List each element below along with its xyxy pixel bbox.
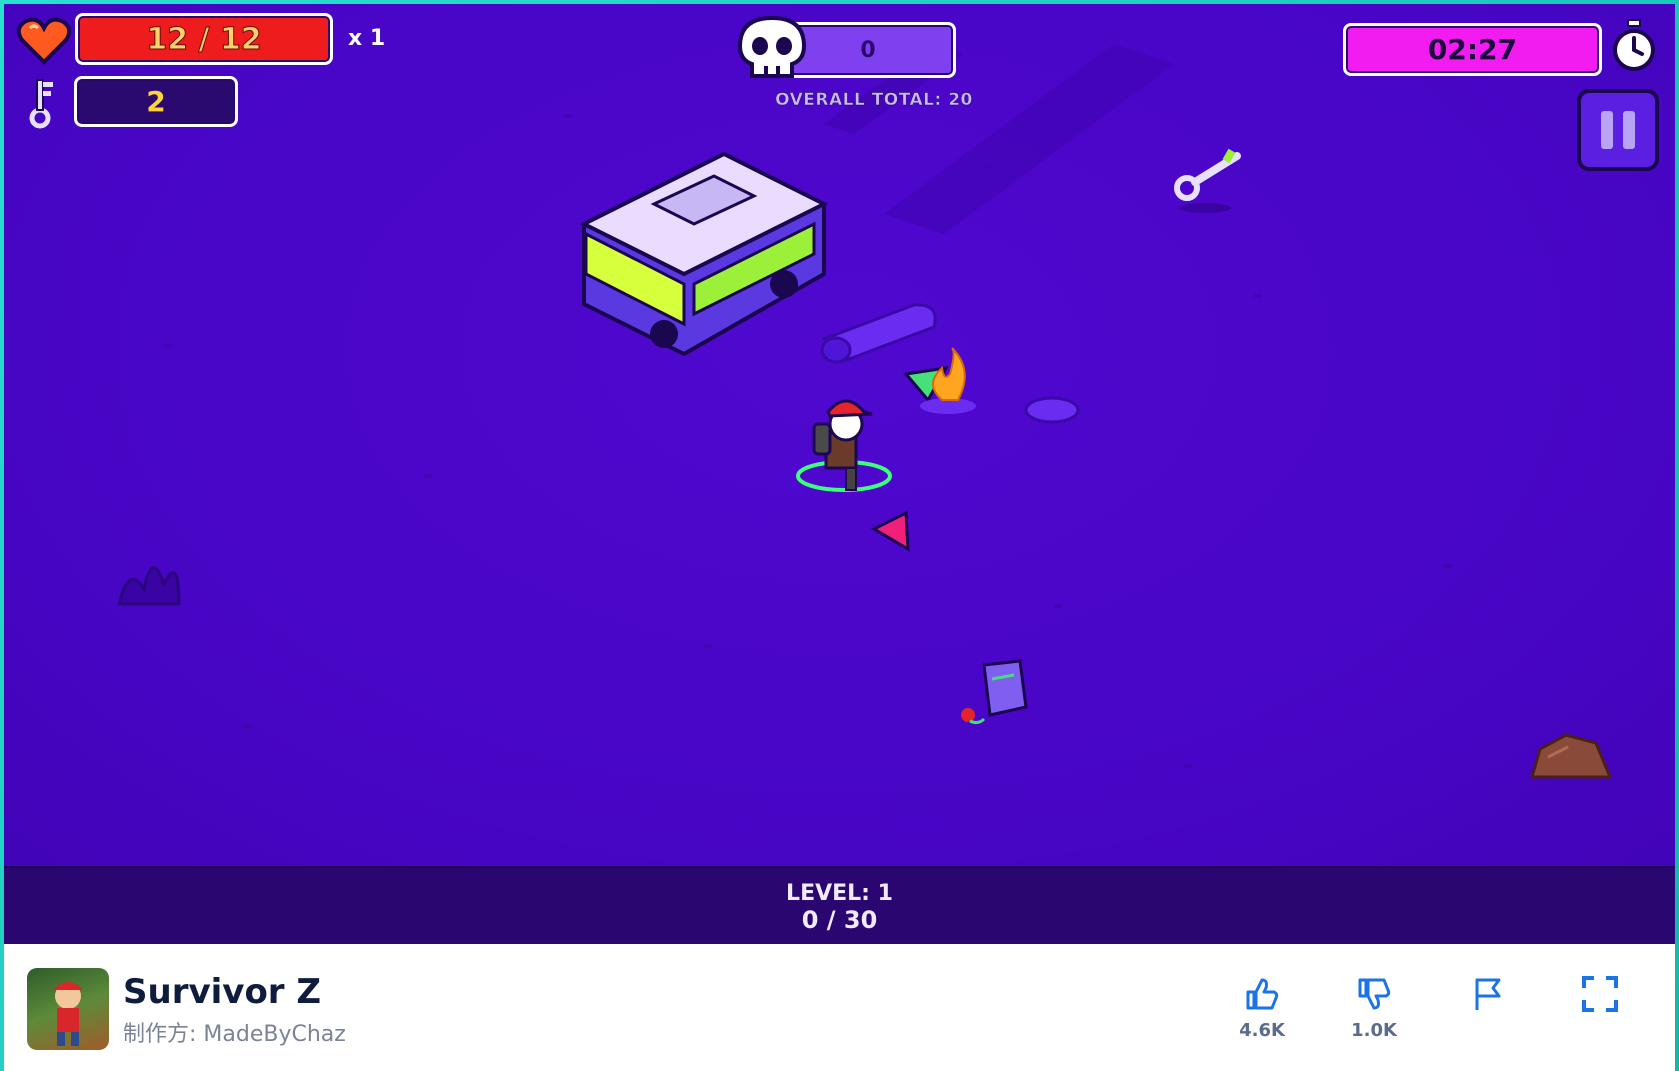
fullscreen-button[interactable] (1560, 974, 1640, 1014)
game-canvas[interactable]: 12 / 12 x 1 2 0 OVERALL TOTAL: 20 02:27 … (4, 4, 1675, 944)
stopwatch-icon (1613, 19, 1655, 71)
playfield[interactable]: 12 / 12 x 1 2 0 OVERALL TOTAL: 20 02:27 (4, 4, 1675, 866)
van-prop (579, 151, 829, 357)
level-label: LEVEL: 1 (786, 880, 893, 906)
game-title: Survivor Z (123, 972, 322, 1012)
like-button[interactable]: 4.6K (1222, 974, 1302, 1041)
like-count: 4.6K (1239, 1020, 1285, 1041)
flag-icon (1475, 978, 1501, 1010)
fire-pickup (920, 347, 976, 414)
game-info-bar: Survivor Z 制作方: MadeByChaz 4.6K 1.0K (4, 944, 1675, 1071)
fullscreen-icon (1582, 976, 1618, 1012)
overall-total: OVERALL TOTAL: 20 (775, 90, 973, 110)
slime-prop (1024, 396, 1080, 424)
rock-prop (1530, 733, 1613, 779)
timer-bar: 02:27 (1343, 23, 1602, 76)
dislike-button[interactable]: 1.0K (1334, 974, 1414, 1041)
pause-button[interactable] (1577, 89, 1659, 171)
tombstone-prop (961, 659, 1028, 725)
level-progress: 0 / 30 (801, 905, 878, 934)
key-icon (29, 79, 53, 129)
keys-counter: 2 (74, 76, 238, 127)
key-pickup (1174, 148, 1241, 213)
report-button[interactable] (1449, 974, 1529, 1014)
level-progress-bar: LEVEL: 1 0 / 30 (4, 866, 1675, 944)
game-author: 制作方: MadeByChaz (123, 1022, 346, 1047)
thumbs-down-icon (1358, 978, 1391, 1010)
pause-icon (1601, 111, 1613, 149)
game-thumbnail[interactable] (27, 968, 109, 1050)
player-character (796, 399, 892, 492)
heart-icon (16, 17, 72, 65)
skull-icon (737, 15, 807, 78)
page-frame: 12 / 12 x 1 2 0 OVERALL TOTAL: 20 02:27 … (0, 0, 1679, 1071)
aim-arrow-pink (870, 510, 910, 552)
thumbs-up-icon (1246, 978, 1279, 1010)
score-multiplier: x 1 (348, 26, 386, 51)
dislike-count: 1.0K (1351, 1020, 1397, 1041)
health-bar: 12 / 12 (75, 13, 333, 65)
